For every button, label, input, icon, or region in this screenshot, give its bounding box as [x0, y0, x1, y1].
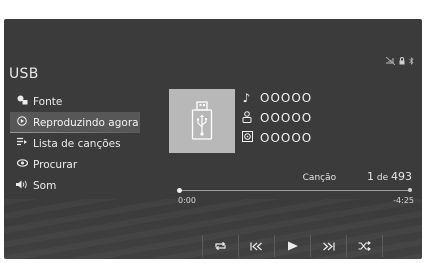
status-icons [385, 56, 414, 67]
repeat-button[interactable] [202, 235, 238, 257]
menu-item-label: Procurar [33, 158, 78, 171]
song-list-icon [14, 137, 30, 150]
play-button[interactable] [274, 235, 310, 257]
song-title: OOOOO [260, 91, 313, 105]
play-icon [287, 241, 298, 251]
song-title-row: ♪ OOOOO [240, 88, 312, 108]
menu-item-label: Lista de canções [33, 137, 121, 150]
previous-track-icon [250, 242, 262, 250]
shuffle-button[interactable] [346, 235, 383, 257]
repeat-icon [215, 241, 226, 251]
remaining-time: -4:25 [393, 196, 414, 205]
progress-knob[interactable] [177, 188, 182, 193]
usb-drive-icon [191, 101, 213, 140]
artist-row: OOOOO [240, 108, 312, 128]
source-icon [14, 95, 30, 108]
menu-item-label: Som [33, 179, 57, 192]
no-signal-icon [385, 56, 396, 67]
menu-item-now-playing[interactable]: Reproduzindo agora [10, 112, 140, 133]
previous-track-button[interactable] [238, 235, 274, 257]
elapsed-time: 0:00 [178, 196, 196, 205]
song-counter-label: Canção [302, 173, 337, 183]
next-track-button[interactable] [310, 235, 346, 257]
audio-screen: USB Fonte Reproduzindo agora Lista de ca… [4, 19, 422, 259]
browse-icon [14, 159, 30, 170]
music-note-icon: ♪ [242, 91, 252, 105]
album-art [169, 89, 235, 153]
song-counter-total: 493 [391, 170, 412, 183]
song-counter-of: de [376, 173, 389, 183]
album-icon [240, 131, 254, 145]
menu-item-browse[interactable]: Procurar [10, 154, 140, 175]
song-counter: Canção 1 de 493 [303, 170, 412, 183]
song-counter-current: 1 [367, 170, 374, 183]
track-info: ♪ OOOOO OOOOO OOOOO [240, 88, 312, 148]
next-track-icon [323, 242, 335, 250]
now-playing-icon [14, 116, 30, 129]
side-menu: Fonte Reproduzindo agora Lista de cançõe… [10, 91, 140, 196]
menu-item-label: Fonte [33, 95, 63, 108]
playback-controls [202, 235, 383, 257]
artist-name: OOOOO [260, 111, 313, 125]
bluetooth-icon [409, 57, 414, 67]
sound-icon [14, 180, 30, 192]
album-row: OOOOO [240, 128, 312, 148]
progress-end-marker [408, 188, 412, 192]
menu-item-label: Reproduzindo agora [33, 116, 139, 129]
album-name: OOOOO [260, 131, 313, 145]
menu-item-song-list[interactable]: Lista de canções [10, 133, 140, 154]
shuffle-icon [358, 241, 371, 251]
menu-item-source[interactable]: Fonte [10, 91, 140, 112]
menu-item-sound[interactable]: Som [10, 175, 140, 196]
lock-icon [399, 57, 405, 67]
artist-icon [240, 110, 254, 126]
source-title: USB [9, 66, 39, 82]
progress-bar[interactable] [177, 188, 412, 193]
